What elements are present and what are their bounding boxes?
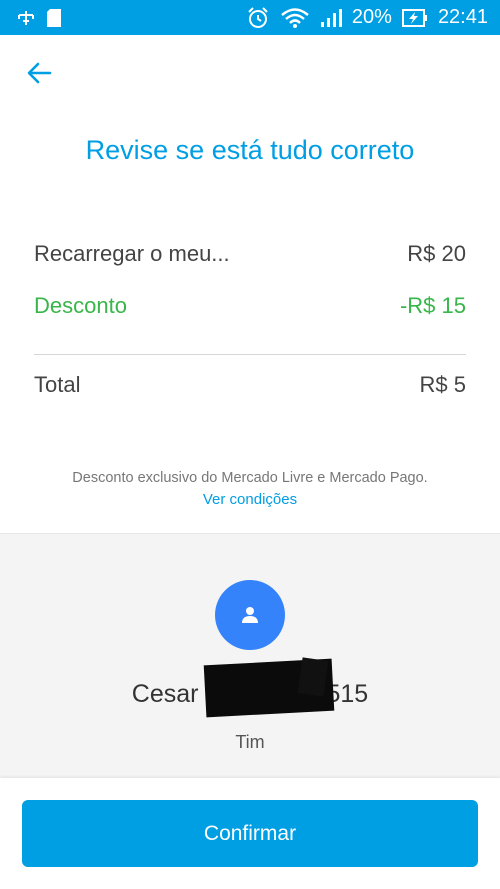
back-button[interactable] — [24, 58, 54, 88]
status-bar: 20% 22:41 — [0, 0, 500, 35]
avatar — [215, 580, 285, 650]
redaction-mark — [297, 657, 329, 697]
footer: Confirmar — [0, 778, 500, 889]
discount-value: -R$ 15 — [399, 293, 466, 318]
summary-row-discount: Desconto -R$ 15 — [34, 293, 466, 319]
summary-row-recharge: Recarregar o meu... R$ 20 — [34, 241, 466, 267]
usb-icon — [16, 10, 36, 26]
clock: 22:41 — [437, 6, 488, 28]
discount-label: Desconto — [34, 293, 127, 318]
alarm-icon — [246, 6, 270, 30]
summary-row-total: Total R$ 5 — [34, 372, 466, 398]
person-icon — [242, 607, 258, 623]
page-title: Revise se está tudo correto — [85, 135, 415, 165]
battery-charging-icon — [401, 8, 428, 28]
wifi-icon — [280, 7, 310, 29]
signal-icon — [320, 8, 342, 28]
confirm-button[interactable]: Confirmar — [22, 800, 478, 867]
view-conditions-link[interactable]: Ver condições — [0, 491, 500, 508]
sd-card-icon — [46, 8, 62, 28]
recipient-name-prefix: Cesar — [131, 680, 199, 708]
recipient-carrier: Tim — [235, 732, 265, 752]
battery-percent: 20% — [351, 6, 392, 28]
discount-disclaimer: Desconto exclusivo do Mercado Livre e Me… — [72, 470, 428, 486]
recipient-card: Cesar 515 Tim — [0, 533, 500, 778]
recharge-label: Recarregar o meu... — [34, 241, 230, 266]
total-value: R$ 5 — [419, 372, 466, 397]
total-label: Total — [34, 372, 81, 397]
recharge-value: R$ 20 — [407, 241, 466, 266]
arrow-left-icon — [27, 62, 52, 84]
summary-divider — [34, 354, 466, 355]
